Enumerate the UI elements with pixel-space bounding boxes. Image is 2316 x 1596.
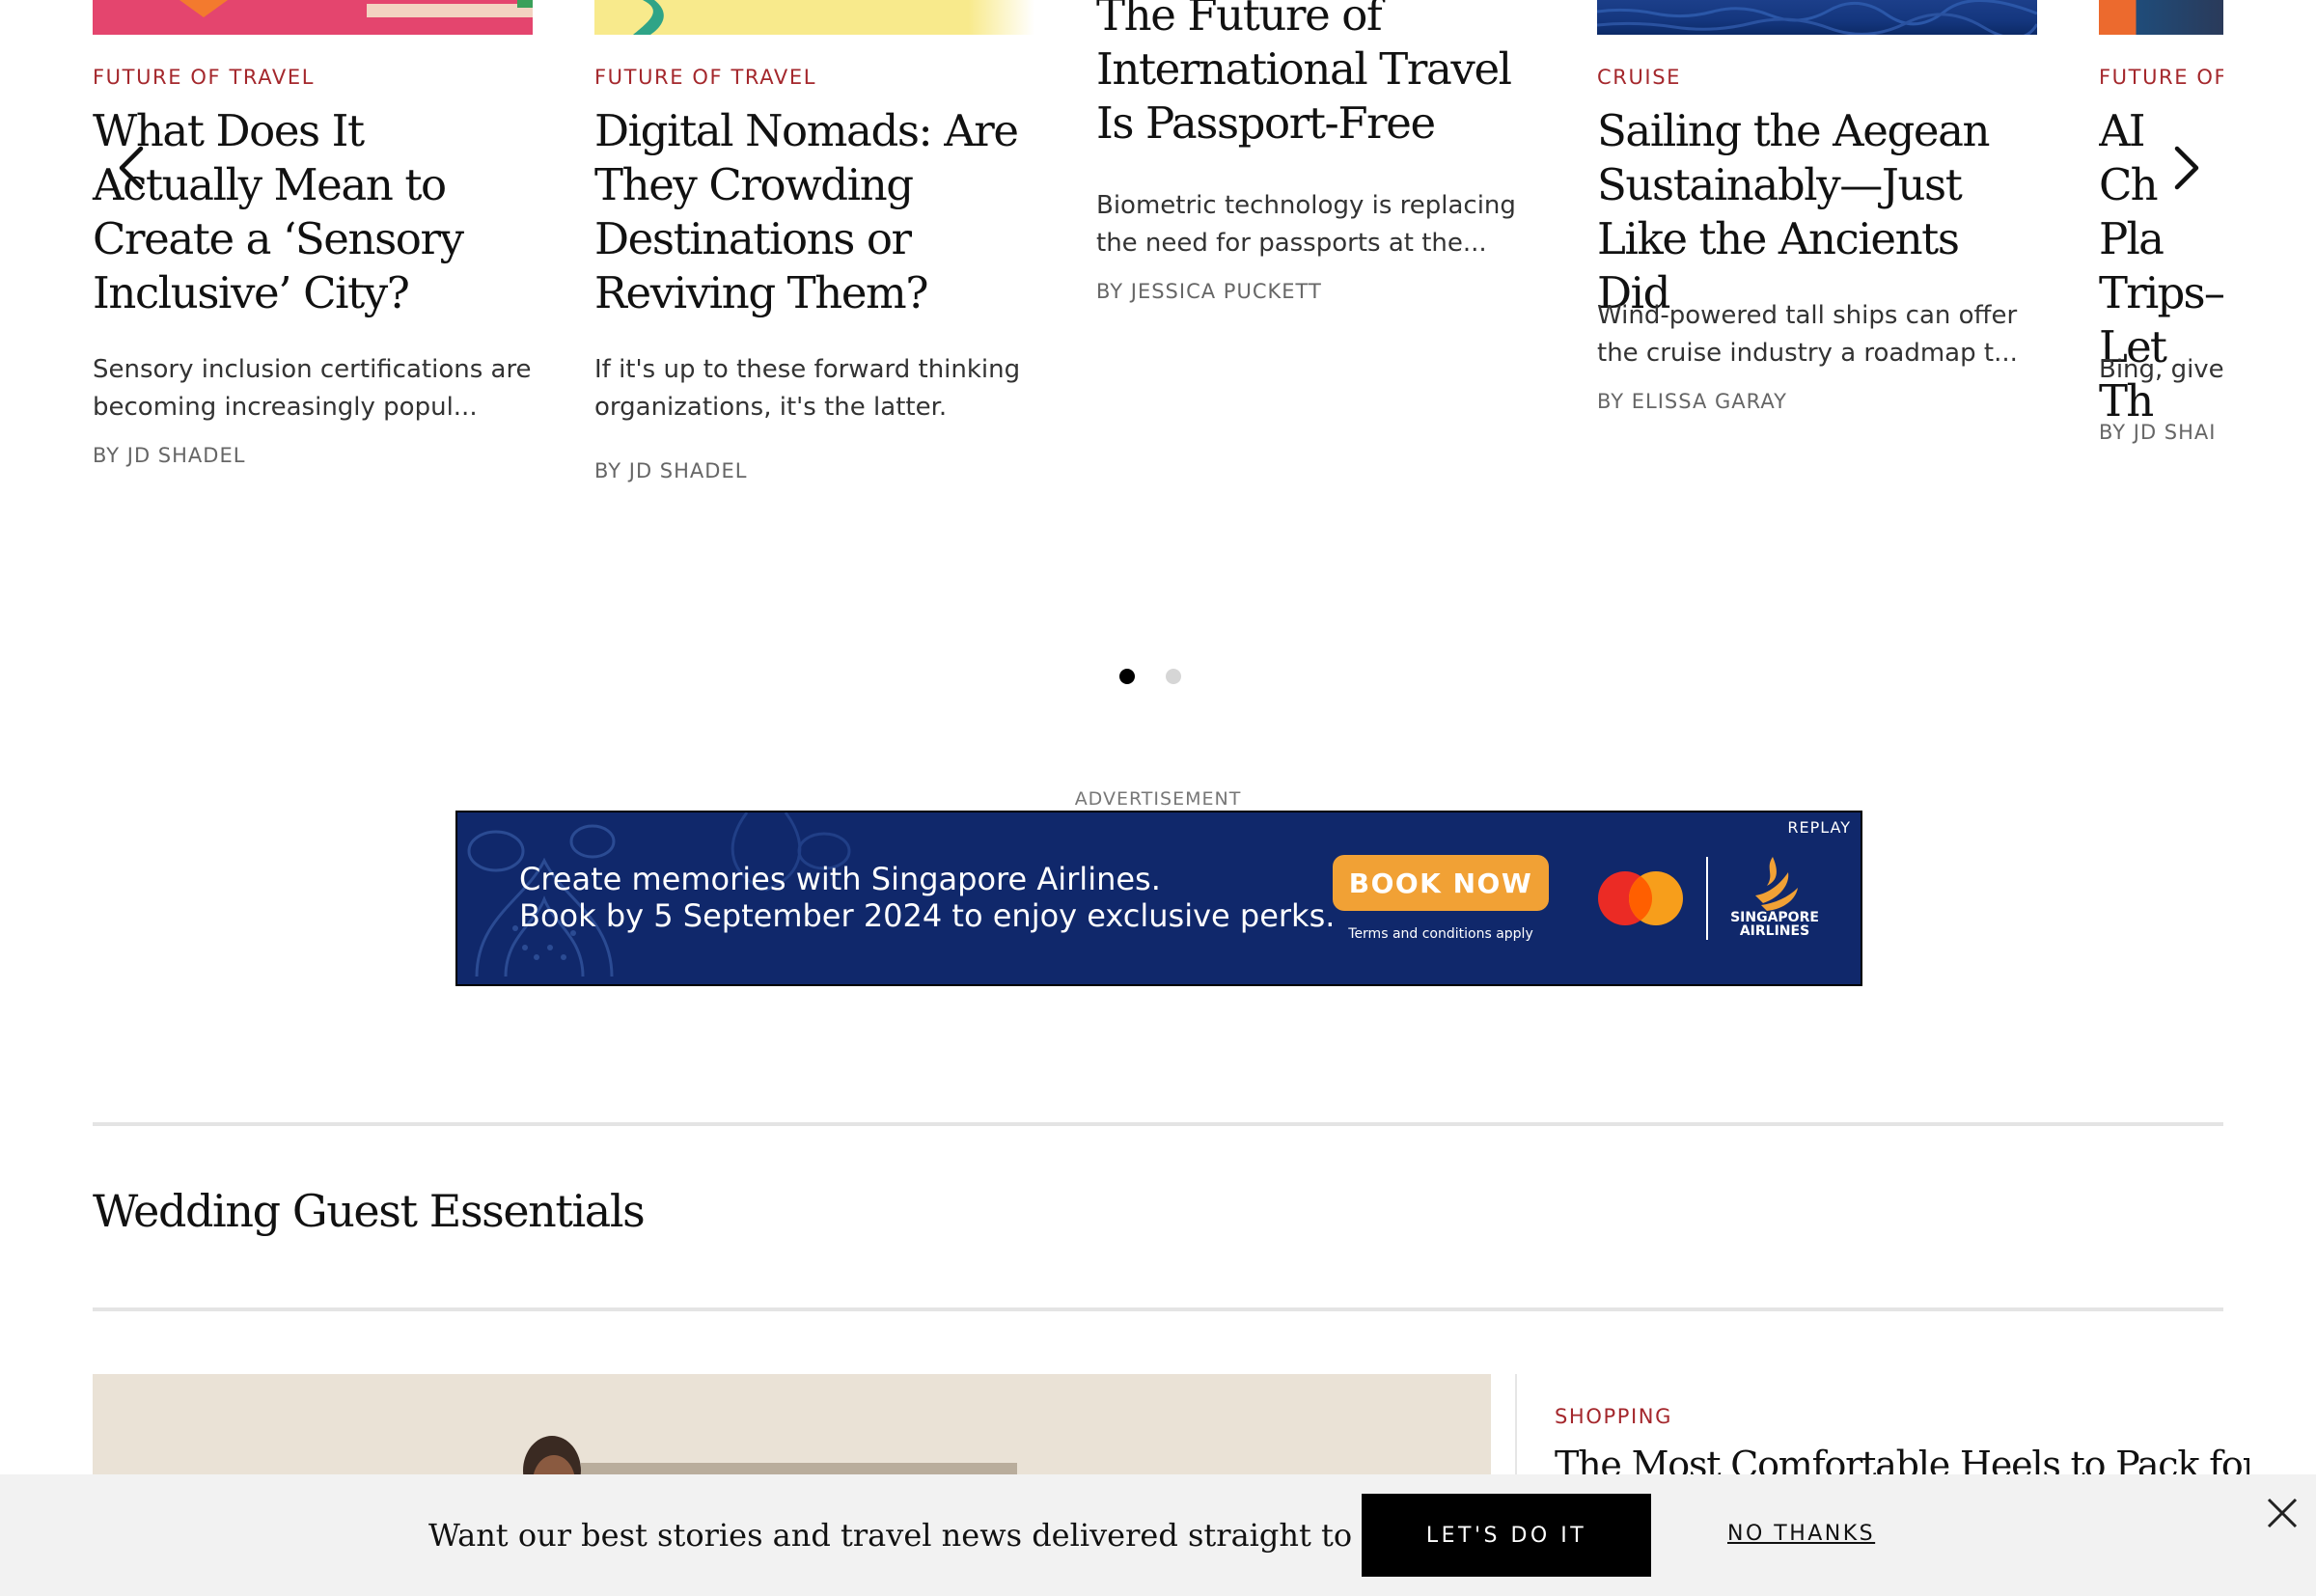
- card-image[interactable]: [594, 0, 1034, 35]
- card-kicker[interactable]: FUTURE OF TRAVEL: [594, 66, 816, 89]
- newsletter-signup-bar: Want our best stories and travel news de…: [0, 1474, 2316, 1596]
- mastercard-logo: [1598, 871, 1683, 925]
- ad-replay-button[interactable]: REPLAY: [1787, 818, 1851, 837]
- ad-banner[interactable]: Create memories with Singapore Airlines.…: [455, 811, 1862, 986]
- card-byline[interactable]: BY JD SHAI: [2099, 421, 2216, 444]
- card-image[interactable]: [93, 0, 533, 35]
- card-byline[interactable]: BY JESSICA PUCKETT: [1096, 280, 1322, 303]
- card-image-art: [633, 0, 664, 35]
- card-dek: Biometric technology is replacing the ne…: [1096, 191, 1516, 258]
- section-top-divider: [93, 1122, 2223, 1126]
- chevron-left-icon: [119, 146, 144, 190]
- card-headline[interactable]: The Future of International Travel Is Pa…: [1096, 0, 1540, 151]
- card-byline[interactable]: BY ELISSA GARAY: [1597, 390, 1787, 413]
- card-headline[interactable]: Digital Nomads: Are They Crowding Destin…: [594, 104, 1038, 320]
- book-now-button[interactable]: BOOK NOW: [1333, 855, 1549, 911]
- card-dek: Wind-powered tall ships can offer the cr…: [1597, 301, 2018, 368]
- newsletter-close-button[interactable]: [2263, 1494, 2302, 1532]
- carousel-prev-button[interactable]: [100, 137, 162, 199]
- ad-terms[interactable]: Terms and conditions apply: [1333, 926, 1549, 942]
- section-title[interactable]: Wedding Guest Essentials: [93, 1185, 646, 1237]
- card-kicker[interactable]: FUTURE OF: [2099, 66, 2223, 89]
- card-kicker[interactable]: FUTURE OF TRAVEL: [93, 66, 315, 89]
- brand-line-2: AIRLINES: [1739, 923, 1810, 939]
- feature-headline[interactable]: The Most Comfortable Heels to Pack for a: [1555, 1438, 2249, 1476]
- singapore-airlines-bird-icon: [1755, 857, 1798, 911]
- ad-headline: Create memories with Singapore Airlines.…: [519, 861, 1335, 934]
- newsletter-prompt: Want our best stories and travel news de…: [428, 1517, 1435, 1554]
- card-dek: If it's up to these forward thinking org…: [594, 355, 1021, 422]
- story-carousel: FUTURE OF TRAVEL What Does It Actually M…: [0, 0, 2316, 502]
- singapore-airlines-logo: SINGAPORE AIRLINES: [1722, 911, 1828, 938]
- ad-divider: [1706, 857, 1708, 940]
- carousel-dot-1[interactable]: [1119, 669, 1135, 684]
- carousel-pagination: [1119, 669, 1181, 684]
- card-dek: Bing, give: [2099, 355, 2223, 384]
- ad-line-1: Create memories with Singapore Airlines.: [519, 861, 1161, 897]
- card-kicker[interactable]: CRUISE: [1597, 66, 1681, 89]
- card-headline[interactable]: Sailing the Aegean Sustainably—Just Like…: [1597, 104, 2041, 320]
- card-image-art: [179, 0, 533, 17]
- brand-line-1: SINGAPORE: [1730, 910, 1819, 925]
- newsletter-decline-link[interactable]: NO THANKS: [1727, 1522, 1875, 1546]
- carousel-next-button[interactable]: [2156, 137, 2218, 199]
- card-byline[interactable]: BY JD SHADEL: [594, 459, 747, 482]
- carousel-dot-2[interactable]: [1166, 669, 1181, 684]
- card-byline[interactable]: BY JD SHADEL: [93, 444, 245, 467]
- ad-label: ADVERTISEMENT: [1074, 788, 1242, 810]
- card-image-art: [1596, 0, 2039, 40]
- carousel-card[interactable]: FUTURE OF AI Ch Pla Trips— Let Th Bing, …: [2099, 0, 2223, 502]
- section-bottom-divider: [93, 1307, 2223, 1311]
- chevron-right-icon: [2174, 146, 2199, 190]
- card-dek: Sensory inclusion certifications are bec…: [93, 355, 532, 422]
- ad-line-2: Book by 5 September 2024 to enjoy exclus…: [519, 897, 1336, 934]
- newsletter-signup-button[interactable]: LET'S DO IT: [1362, 1494, 1651, 1577]
- feature-kicker[interactable]: SHOPPING: [1555, 1405, 1672, 1428]
- close-icon: [2267, 1498, 2298, 1528]
- card-image[interactable]: [2099, 0, 2223, 35]
- card-image[interactable]: [1596, 0, 2039, 40]
